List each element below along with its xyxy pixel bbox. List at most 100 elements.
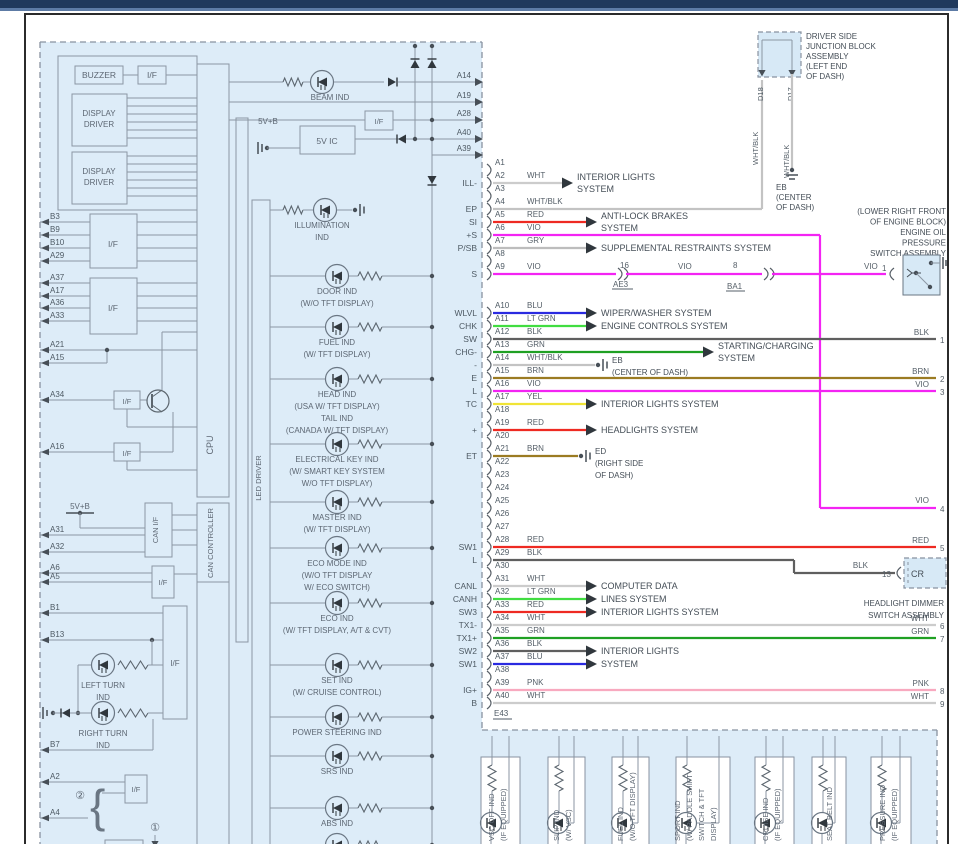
label: DRIVER bbox=[84, 120, 114, 129]
indicator-label: (W/O TFT DISPLAY) bbox=[628, 772, 637, 841]
pin-label: A1 bbox=[495, 158, 505, 167]
wire-color-label: RED bbox=[527, 418, 544, 427]
indicator-label: ABS IND bbox=[321, 819, 353, 828]
label: 8 bbox=[733, 261, 738, 270]
label: I/F bbox=[170, 659, 179, 668]
system-label: WIPER/WASHER SYSTEM bbox=[601, 308, 712, 318]
signal-label: B bbox=[471, 698, 477, 708]
pin-label: D17 bbox=[786, 87, 795, 101]
circled-1-label: ① bbox=[150, 822, 160, 834]
indicator-label: (W/ TFT DISPLAY, A/T & CVT) bbox=[283, 626, 392, 635]
junction-dot bbox=[430, 546, 434, 550]
pin-label: A31 bbox=[50, 525, 65, 534]
junction-dot bbox=[353, 208, 357, 212]
pin-label: A5 bbox=[50, 572, 60, 581]
indicator-label: TAIL IND bbox=[321, 414, 353, 423]
wire-color-label: LT GRN bbox=[527, 314, 556, 323]
pin-label: A3 bbox=[495, 184, 505, 193]
junction-dot bbox=[430, 118, 434, 122]
edge-number: 1 bbox=[940, 336, 945, 345]
system-label: LINES SYSTEM bbox=[601, 594, 667, 604]
pin-label: A23 bbox=[495, 470, 510, 479]
label: I/F bbox=[159, 578, 168, 587]
switch-box bbox=[903, 255, 940, 295]
junction-dot bbox=[430, 274, 434, 278]
indicator-label: SPORT IND bbox=[673, 800, 682, 841]
indicator-label: VSC OFF IND bbox=[487, 793, 496, 841]
wire-color-label: LT GRN bbox=[527, 587, 556, 596]
signal-label: CANH bbox=[453, 594, 477, 604]
pin-label: A33 bbox=[50, 311, 65, 320]
ground-label: ED bbox=[595, 447, 606, 456]
edge-number: 9 bbox=[940, 700, 945, 709]
pin-label: A40 bbox=[495, 691, 510, 700]
v5b-label: 5V+B bbox=[70, 502, 90, 511]
label: VIO bbox=[864, 262, 878, 271]
pin-label: A4 bbox=[50, 808, 60, 817]
pin-label: A17 bbox=[50, 286, 65, 295]
pin-label: A5 bbox=[495, 210, 505, 219]
pin-label: A30 bbox=[495, 561, 510, 570]
signal-label: ET bbox=[466, 451, 477, 461]
label: DISPLAY bbox=[82, 109, 116, 118]
pin-label: A39 bbox=[495, 678, 510, 687]
pin-label: A19 bbox=[495, 418, 510, 427]
label: LED DRIVER bbox=[254, 455, 263, 501]
wire-color-label: RED bbox=[527, 535, 544, 544]
indicator-label: SET IND bbox=[321, 676, 353, 685]
wire-color-label: WHT bbox=[527, 613, 545, 622]
indicator-label: (USA W/ TFT DISPLAY) bbox=[294, 402, 380, 411]
wire-color-label: WHT/BLK bbox=[527, 197, 563, 206]
pin-label: A15 bbox=[495, 366, 510, 375]
label: I/F bbox=[132, 785, 141, 794]
assembly-label: JUNCTION BLOCK bbox=[806, 42, 876, 51]
pin-label: A34 bbox=[50, 390, 65, 399]
indicator-label: SRS IND bbox=[321, 767, 354, 776]
signal-label: L bbox=[472, 555, 477, 565]
wire-color-label: WHT/BLK bbox=[751, 132, 760, 165]
indicator-label: SWITCH & TFT bbox=[697, 788, 706, 841]
edge-number: 2 bbox=[940, 375, 945, 384]
pin-label: A6 bbox=[495, 223, 505, 232]
pin-label: A21 bbox=[495, 444, 510, 453]
connector-id: BA1 bbox=[727, 282, 743, 291]
pin-label: A28 bbox=[495, 535, 510, 544]
indicator-label: POWER STEERING IND bbox=[292, 728, 382, 737]
wire-color-label: WHT bbox=[911, 692, 929, 701]
signal-label: +S bbox=[466, 230, 477, 240]
signal-label: E bbox=[471, 373, 477, 383]
assembly-label: OF ENGINE BLOCK) bbox=[870, 218, 946, 227]
wire-color-label: BLU bbox=[527, 652, 543, 661]
window-top-bar-accent bbox=[0, 8, 958, 11]
system-label: INTERIOR LIGHTS SYSTEM bbox=[601, 399, 719, 409]
indicator-label: SEAT BELT IND bbox=[825, 786, 834, 841]
signal-label: P/SB bbox=[458, 243, 478, 253]
edge-number: 5 bbox=[940, 544, 945, 553]
pin-label: A37 bbox=[50, 273, 65, 282]
pin-label: A12 bbox=[495, 327, 510, 336]
indicator-label: (W/O TFT DISPLAY bbox=[302, 571, 373, 580]
pin-label: D18 bbox=[756, 87, 765, 101]
label: DISPLAY bbox=[82, 167, 116, 176]
indicator-label: SLIP IND bbox=[552, 809, 561, 841]
indicator-label: FUEL IND bbox=[616, 807, 625, 841]
indicator-label: (W/ VSC) bbox=[564, 809, 573, 841]
indicator-label: W/ ECO SWITCH) bbox=[304, 583, 370, 592]
pin-label: A2 bbox=[50, 772, 60, 781]
label: 1 bbox=[882, 264, 887, 273]
pin-label: A18 bbox=[495, 405, 510, 414]
signal-label: IG+ bbox=[463, 685, 477, 695]
wire-color-label: GRN bbox=[911, 627, 929, 636]
junction-dot bbox=[579, 454, 583, 458]
label: IND bbox=[315, 233, 329, 242]
system-label: SYSTEM bbox=[718, 353, 755, 363]
pin-label: A2 bbox=[495, 171, 505, 180]
ground-label: (CENTER OF DASH) bbox=[612, 368, 688, 377]
pin-label: A32 bbox=[495, 587, 510, 596]
system-label: SUPPLEMENTAL RESTRAINTS SYSTEM bbox=[601, 243, 771, 253]
assembly-label: ASSEMBLY bbox=[806, 52, 849, 61]
wire-color-label: BLK bbox=[527, 548, 543, 557]
pin-label: A34 bbox=[495, 613, 510, 622]
label: I/F bbox=[123, 449, 132, 458]
ground-label: EB bbox=[776, 183, 787, 192]
